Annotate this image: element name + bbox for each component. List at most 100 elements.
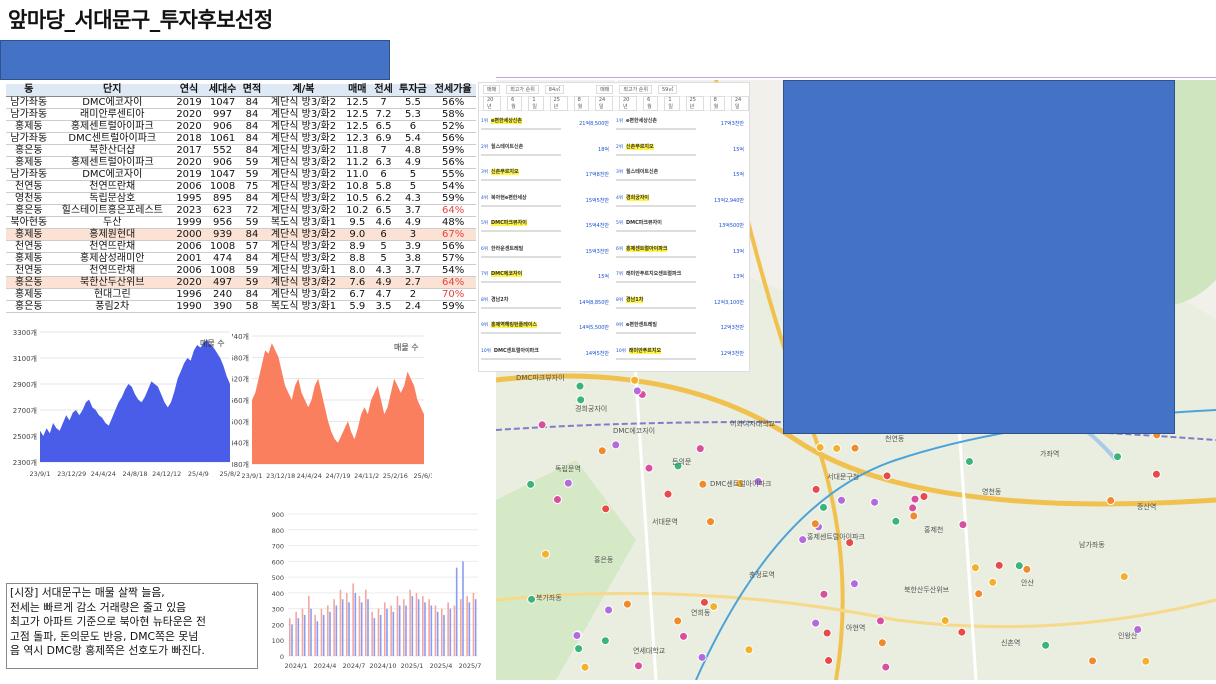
ranking-entry[interactable]: 2위 신촌푸르지오 15억 bbox=[616, 143, 744, 156]
ranking-row[interactable]: 1위 e편한세상신촌 21억8,500만 1위 e편한세상신촌 17억3천만 bbox=[481, 115, 747, 135]
table-cell: 12.5 bbox=[343, 96, 372, 109]
table-cell: 84 bbox=[239, 288, 264, 301]
filter-chip[interactable]: 최고가 순위 bbox=[506, 85, 539, 94]
date-chip[interactable]: 24일 bbox=[594, 96, 613, 111]
filter-chip[interactable]: 매매 bbox=[483, 85, 501, 94]
date-chip[interactable]: 8월 bbox=[709, 96, 725, 111]
map-label: DMC파크뷰자이 bbox=[516, 373, 565, 382]
rank-label: 7위 bbox=[481, 272, 489, 277]
ranking-row[interactable]: 8위 경남2차 14억8,850만 8위 경남1차 12억3,100만 bbox=[481, 294, 747, 314]
ranking-entry[interactable]: 3위 힐스테이트신촌 15억 bbox=[616, 168, 744, 181]
ranking-row[interactable]: 6위 한라운센트레빌 15억3천만 6위 홍제센트럴아이파크 13억 bbox=[481, 243, 747, 263]
map-label: 북가좌동 bbox=[536, 593, 562, 602]
date-bar: 20년 6월 1일 25년 8월 24일 20년 6월 1일 25년 8월 24일 bbox=[479, 96, 749, 111]
date-chip[interactable]: 25년 bbox=[549, 96, 568, 111]
ranking-row[interactable]: 9위 홍제역해링턴플레이스 14억5,500만 9위 e편한센트레빌 12억3천만 bbox=[481, 319, 747, 339]
ranking-entry[interactable]: 8위 경남1차 12억3,100만 bbox=[616, 296, 744, 309]
table-cell: 계단식 방3/화2 bbox=[263, 240, 344, 253]
date-chip[interactable]: 20년 bbox=[483, 96, 502, 111]
ranking-row[interactable]: 10위 DMC센트럴아이파크 14억5천만 10위 래미안푸르지오 12억3천만 bbox=[481, 345, 747, 365]
ranking-entry[interactable]: 5위 DMC파크뷰자이 13억500만 bbox=[616, 219, 744, 232]
ranking-entry[interactable]: 4위 북아현e편한세상 15억5천만 bbox=[481, 194, 609, 207]
ranking-entry[interactable]: 3위 신촌푸르지오 17억8천만 bbox=[481, 168, 609, 181]
table-cell: 11.8 bbox=[343, 144, 372, 157]
x-tick-label: 23/12/29 bbox=[57, 470, 86, 478]
table-cell: 59% bbox=[430, 300, 476, 313]
ranking-entry[interactable]: 10위 래미안푸르지오 12억3천만 bbox=[616, 347, 744, 360]
rank-label: 4위 bbox=[481, 195, 489, 201]
filter-chip[interactable]: 84㎡ bbox=[544, 85, 565, 94]
y-tick-label: 100 bbox=[272, 637, 284, 645]
ranking-entry[interactable]: 7위 래미안푸르지오센트럴파크 13억 bbox=[616, 270, 744, 283]
table-cell: 1008 bbox=[205, 180, 240, 193]
price-label: 15억 bbox=[598, 274, 609, 280]
table-cell: 7.2 bbox=[371, 108, 396, 121]
date-chip[interactable]: 8월 bbox=[573, 96, 589, 111]
ranking-row[interactable]: 2위 힐스테이트신촌 18억 2위 신촌푸르지오 15억 bbox=[481, 141, 747, 161]
table-cell: 906 bbox=[205, 156, 240, 169]
date-chip[interactable]: 20년 bbox=[618, 96, 638, 111]
bar bbox=[441, 608, 443, 656]
table-row: 남가좌동 DMC센트럴아이파크 2018 1061 84 계단식 방3/화2 12.3 6.9… bbox=[6, 132, 476, 145]
date-chip[interactable]: 25년 bbox=[685, 96, 704, 111]
sub-info-line bbox=[481, 204, 561, 207]
table-cell: 7 bbox=[371, 96, 396, 109]
map-label: 연세대학교 bbox=[633, 646, 666, 655]
ranking-row[interactable]: 7위 DMC에코자이 15억 7위 래미안푸르지오센트럴파크 13억 bbox=[481, 268, 747, 288]
ranking-entry[interactable]: 10위 DMC센트럴아이파크 14억5천만 bbox=[481, 347, 609, 360]
apartment-name: 경남1차 bbox=[626, 296, 644, 303]
price-label: 14억8,850만 bbox=[579, 299, 609, 306]
bar bbox=[291, 624, 293, 656]
apartment-name: 래미안푸르지오 bbox=[628, 347, 662, 354]
table-cell: 1047 bbox=[205, 96, 240, 109]
ranking-entry[interactable]: 7위 DMC에코자이 15억 bbox=[481, 270, 609, 283]
x-tick-label: 23/9/1 bbox=[30, 470, 51, 478]
table-cell: 계단식 방3/화2 bbox=[263, 288, 344, 301]
ranking-row[interactable]: 3위 신촌푸르지오 17억8천만 3위 힐스테이트신촌 15억 bbox=[481, 166, 747, 186]
note-line: 전세는 빠르게 감소 거래량은 줄고 있음 bbox=[10, 600, 187, 614]
filter-chip[interactable]: 59㎡ bbox=[657, 85, 678, 94]
note-line: 최고가 아파트 기준으로 북아현 뉴타운은 전 bbox=[10, 615, 206, 628]
date-chip[interactable]: 6월 bbox=[507, 96, 523, 111]
ranking-entry[interactable]: 1위 e편한세상신촌 21억8,500만 bbox=[481, 117, 609, 130]
table-cell: 홍은동 bbox=[6, 300, 52, 313]
apartment-name: 힐스테이트신촌 bbox=[491, 143, 524, 150]
ranking-entry[interactable]: 9위 e편한센트레빌 12억3천만 bbox=[616, 321, 744, 334]
ranking-entry[interactable]: 9위 홍제역해링턴플레이스 14억5,500만 bbox=[481, 321, 609, 334]
map-marker bbox=[1141, 656, 1151, 666]
bar bbox=[430, 605, 433, 656]
date-chip[interactable]: 6월 bbox=[643, 96, 659, 111]
y-tick-label: 620개 bbox=[232, 375, 249, 384]
table-cell: 474 bbox=[205, 252, 240, 265]
x-tick-label: 24/8/18 bbox=[122, 470, 147, 478]
table-cell: 북한산더샵 bbox=[51, 144, 173, 157]
filter-chip[interactable]: 매매 bbox=[596, 85, 614, 94]
map-marker bbox=[604, 605, 614, 615]
table-header-row: 동 단지 연식 세대수 면적 계/복 매매 전세 투자금 전세가율 bbox=[6, 84, 476, 97]
map-marker bbox=[819, 589, 829, 599]
date-chip[interactable]: 1일 bbox=[528, 96, 544, 111]
table-cell: 1061 bbox=[205, 132, 240, 145]
ranking-entry[interactable]: 4위 경희궁자이 13억2,940만 bbox=[616, 194, 744, 207]
ranking-row[interactable]: 5위 DMC파크뷰자이 15억4천만 5위 DMC파크뷰자이 13억500만 bbox=[481, 217, 747, 237]
ranking-entry[interactable]: 6위 한라운센트레빌 15억3천만 bbox=[481, 245, 609, 258]
map-marker bbox=[850, 443, 860, 453]
table-cell: 10.2 bbox=[343, 204, 372, 217]
table-cell: 6.2 bbox=[371, 192, 396, 205]
filter-chip[interactable]: 최고가 순위 bbox=[619, 85, 652, 94]
ranking-entry[interactable]: 6위 홍제센트럴아이파크 13억 bbox=[616, 245, 744, 258]
ranking-entry[interactable]: 5위 DMC파크뷰자이 15억4천만 bbox=[481, 219, 609, 232]
ranking-row[interactable]: 4위 북아현e편한세상 15억5천만 4위 경희궁자이 13억2,940만 bbox=[481, 192, 747, 212]
ranking-entry[interactable]: 1위 e편한세상신촌 17억3천만 bbox=[616, 117, 744, 130]
map-marker bbox=[673, 616, 683, 626]
sub-info-line bbox=[616, 153, 696, 156]
table-cell: DMC센트럴아이파크 bbox=[51, 132, 173, 145]
ranking-entry[interactable]: 8위 경남2차 14억8,850만 bbox=[481, 296, 609, 309]
table-cell: 2019 bbox=[172, 96, 206, 109]
bar bbox=[301, 608, 304, 656]
ranking-entry[interactable]: 2위 힐스테이트신촌 18억 bbox=[481, 143, 609, 156]
table-cell: 59% bbox=[430, 144, 476, 157]
date-chip[interactable]: 1일 bbox=[664, 96, 680, 111]
table-cell: 2020 bbox=[172, 108, 206, 121]
date-chip[interactable]: 24일 bbox=[730, 96, 749, 111]
